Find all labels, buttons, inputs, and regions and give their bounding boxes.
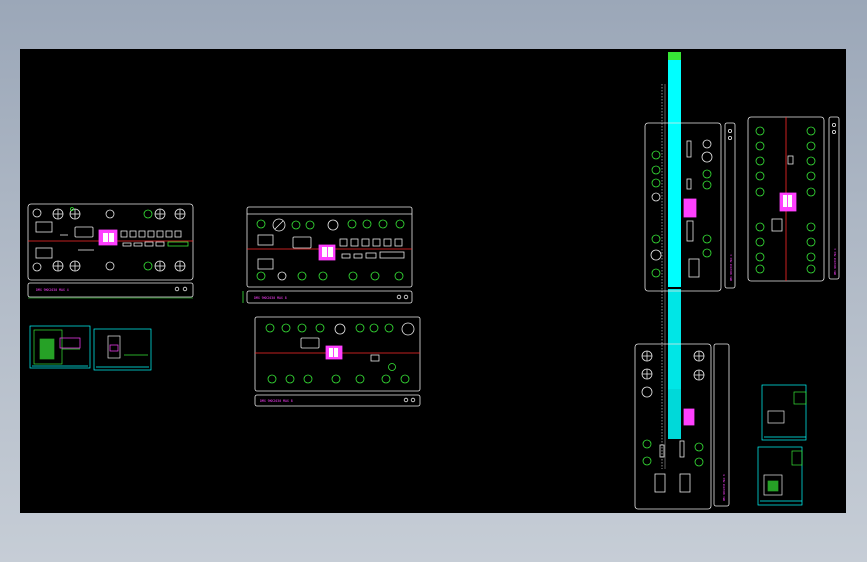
panel-f-label: DMX 9KK2030 MAX 4 xyxy=(833,248,837,275)
panel-d-label: DMX 9KK2030 MAX 4 xyxy=(729,254,733,281)
panel-b xyxy=(242,206,413,304)
panel-d xyxy=(644,122,736,292)
panel-a xyxy=(27,203,194,299)
cad-drawing-canvas[interactable]: DMX 9KK2030 MAX 4 DMX 9KK2030 MAX 8 DMX … xyxy=(20,49,846,513)
panel-c xyxy=(254,316,421,407)
detail-box-2 xyxy=(93,328,152,371)
panel-f xyxy=(747,116,840,282)
panel-e xyxy=(634,343,730,510)
panel-c-label: DMX 9KK2030 MAX 8 xyxy=(260,399,293,403)
detail-box-4 xyxy=(757,446,803,506)
panel-e-label: DMX 9KK2030 MAX 8 xyxy=(722,474,726,501)
cad-drawing: DMX 9KK2030 MAX 4 DMX 9KK2030 MAX 8 DMX … xyxy=(27,52,840,510)
panel-a-label: DMX 9KK2030 MAX 4 xyxy=(36,288,69,292)
cyan-strip xyxy=(661,52,681,469)
detail-box-1 xyxy=(29,325,91,369)
detail-box-3 xyxy=(761,384,807,441)
panel-b-label: DMX 9KK2030 MAX 8 xyxy=(254,296,287,300)
